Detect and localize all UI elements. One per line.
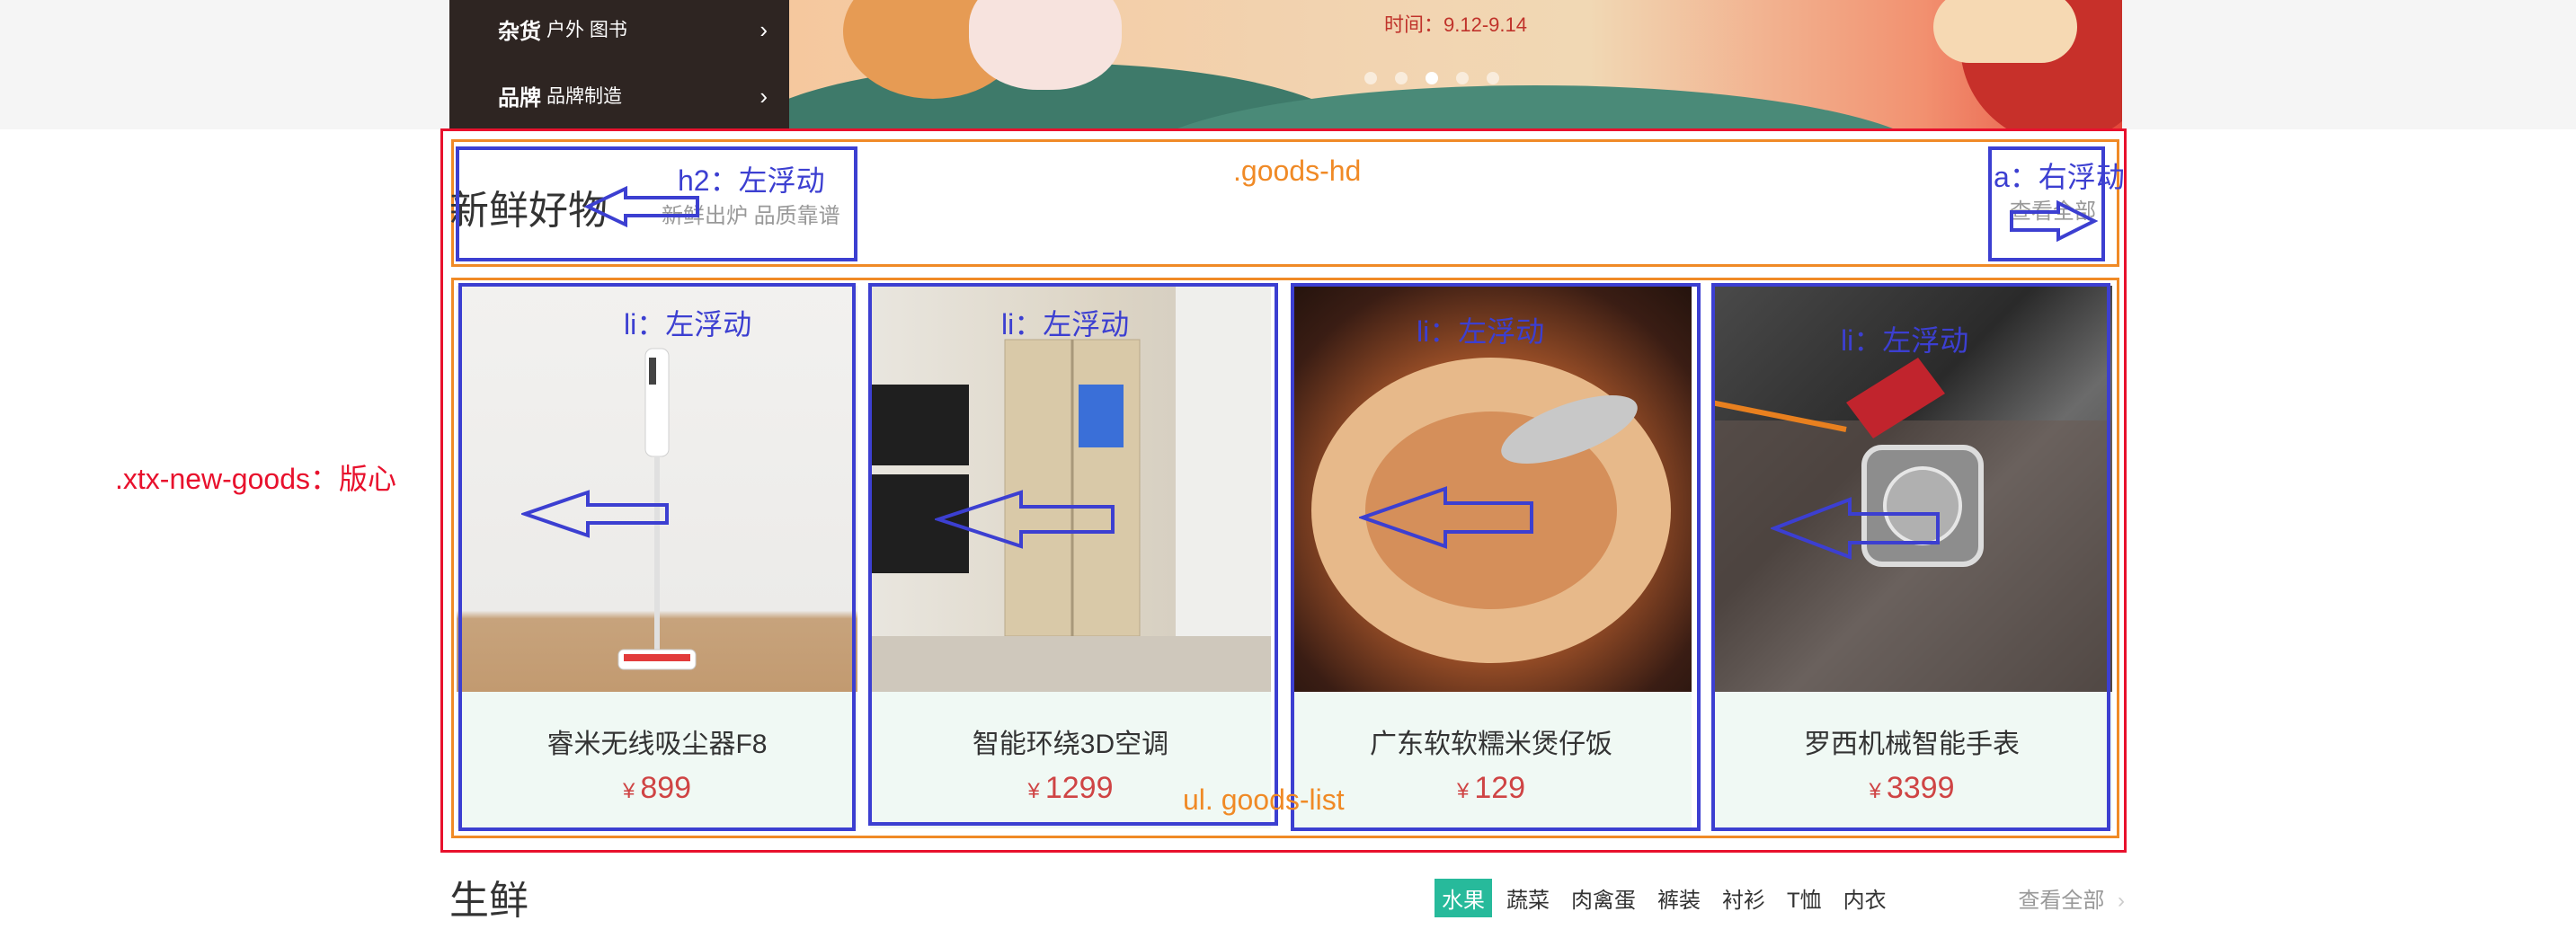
category-sub-label: 户外 图书 <box>546 20 627 40</box>
category-nav: 杂货 户外 图书 › 品牌 品牌制造 › <box>449 0 789 129</box>
annotation-a-label: a：右浮动 <box>1994 161 2125 193</box>
category-item-groceries[interactable]: 杂货 户外 图书 › <box>498 11 768 47</box>
chevron-right-icon: › <box>759 16 768 43</box>
tab-shirts[interactable]: 衬衫 <box>1715 879 1772 917</box>
view-all-link[interactable]: 查看全部 › <box>2018 882 2125 914</box>
chevron-right-icon: › <box>759 83 768 110</box>
category-item-brand[interactable]: 品牌 品牌制造 › <box>498 77 768 113</box>
section-title: 生鲜 <box>449 879 529 923</box>
banner-carousel[interactable]: 时间：9.12-9.14 <box>789 0 2122 129</box>
arrow-left-icon <box>935 490 1115 549</box>
arrow-right-icon <box>2010 199 2098 243</box>
carousel-dot[interactable] <box>1456 72 1469 84</box>
fresh-section-header: 生鲜 水果 蔬菜 肉禽蛋 裤装 衬衫 T恤 内衣 查看全部 › <box>449 866 2125 923</box>
arrow-left-icon <box>1771 497 1940 560</box>
annotation-li-label: li：左浮动 <box>1001 308 1130 341</box>
annotation-li-label: li：左浮动 <box>1841 324 1969 357</box>
annotation-li-box <box>868 283 1278 826</box>
carousel-dot[interactable] <box>1487 72 1499 84</box>
category-main-label: 品牌 <box>498 85 541 111</box>
tab-vegetables[interactable]: 蔬菜 <box>1499 879 1557 917</box>
arrow-left-icon <box>1359 486 1533 549</box>
tab-meat-eggs[interactable]: 肉禽蛋 <box>1564 879 1643 917</box>
tab-tshirts[interactable]: T恤 <box>1780 879 1829 917</box>
category-sub-label: 品牌制造 <box>546 86 622 107</box>
view-all-label: 查看全部 <box>2018 889 2105 913</box>
annotation-li-label: li：左浮动 <box>1417 315 1545 348</box>
annotation-container-label: .xtx-new-goods：版心 <box>115 463 396 495</box>
category-tabs: 水果 蔬菜 肉禽蛋 裤装 衬衫 T恤 内衣 <box>1435 879 1894 917</box>
tab-underwear[interactable]: 内衣 <box>1836 879 1894 917</box>
annotation-goods-list-label: ul. goods-list <box>1183 783 1345 816</box>
category-main-label: 杂货 <box>498 19 541 44</box>
tab-fruit[interactable]: 水果 <box>1435 879 1492 917</box>
chevron-right-icon: › <box>2118 889 2125 913</box>
tab-pants[interactable]: 裤装 <box>1650 879 1708 917</box>
carousel-dot[interactable] <box>1395 72 1408 84</box>
banner-date-text: 时间：9.12-9.14 <box>1384 13 1527 36</box>
arrow-left-icon <box>521 490 669 538</box>
annotation-li-label: li：左浮动 <box>624 308 752 341</box>
carousel-dot[interactable] <box>1364 72 1377 84</box>
arrow-left-icon <box>584 185 699 228</box>
carousel-dot-active[interactable] <box>1426 72 1438 84</box>
annotation-goods-hd-label: .goods-hd <box>1233 155 1362 187</box>
carousel-indicators <box>1364 72 1499 84</box>
annotation-li-box <box>1291 283 1701 831</box>
annotation-li-box <box>458 283 856 831</box>
